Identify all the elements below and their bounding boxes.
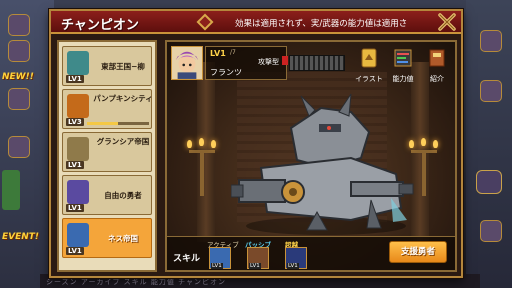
notice-text: 効果は適用されず、実/武器の能力値は適用さ [235, 19, 408, 29]
hero-level: LV1 [210, 49, 226, 58]
ness-emblem-icon [67, 223, 89, 247]
background-menu-icon [8, 14, 30, 36]
title-ornament-icon [196, 13, 214, 31]
awaken-skill-slot[interactable]: LV1 [285, 247, 307, 269]
champion-card-free-hero[interactable]: 自由の勇者 LV1 [62, 175, 152, 215]
illust-button[interactable]: イラスト [351, 48, 387, 84]
passive-skill-slot[interactable]: LV1 [247, 247, 269, 269]
gransia-emblem-icon [67, 137, 89, 161]
dialog-title: チャンピオン [61, 18, 139, 33]
background-chat-icon [480, 30, 502, 52]
champion-name: グランシア帝国 [96, 137, 150, 146]
champion-card-ness-empire[interactable]: ネス帝国 LV1 [62, 218, 152, 258]
champion-xp-bar [87, 122, 149, 125]
active-skill-slot[interactable]: LV1 [209, 247, 231, 269]
background-menu-icon [480, 220, 502, 242]
champion-level: LV1 [66, 161, 84, 169]
hero-name: フランツ [210, 68, 242, 77]
trophy-icon [476, 170, 502, 194]
stat-meter [289, 55, 345, 71]
hero-info-panel: LV1 /7 攻撃型 フランツ [205, 46, 288, 80]
title-bar: チャンピオン 効果は適用されず、実/武器の能力値は適用さ [51, 11, 461, 34]
champion-name: 東部王国−柳 [101, 62, 145, 71]
mech-champion-illustration [231, 93, 414, 235]
intro-button[interactable]: 紹介 [419, 48, 455, 84]
champion-card-gransia-empire[interactable]: グランシア帝国 LV1 [62, 132, 152, 172]
skill-level: LV1 [287, 263, 299, 269]
background-play-button [2, 170, 20, 210]
attack-type-icon [282, 56, 288, 65]
east-kingdom-emblem-icon [67, 51, 89, 75]
hero-portrait[interactable] [171, 46, 203, 80]
close-icon [438, 13, 456, 31]
background-left-menu: NEW!! EVENT! [0, 0, 54, 288]
background-menu-icon [8, 40, 30, 62]
hero-level-max: /7 [230, 49, 236, 56]
intro-label: 紹介 [430, 75, 444, 83]
event-ribbon: EVENT! [2, 232, 40, 242]
background-right-menu [466, 0, 512, 288]
champion-showcase: LV1 /7 攻撃型 フランツ イラスト 能力値 紹介 スキル アクティブ パッ… [165, 40, 457, 272]
champion-card-east-kingdom[interactable]: 東部王国−柳 LV1 [62, 46, 152, 86]
skill-level: LV1 [249, 263, 261, 269]
illust-label: イラスト [355, 75, 383, 83]
skill-label: スキル [173, 254, 201, 264]
champion-list: 東部王国−柳 LV1 パンプキンシティ LV3 グランシア帝国 LV1 自由の勇… [57, 40, 157, 272]
hero-face-icon [172, 47, 202, 79]
champion-level: LV1 [66, 247, 84, 255]
pumpkin-emblem-icon [67, 94, 89, 118]
champion-name: 自由の勇者 [104, 191, 142, 200]
background-menu-icon [8, 88, 30, 110]
support-hero-button[interactable]: 支援勇者 [389, 241, 447, 263]
champion-name: パンプキンシティ [93, 94, 153, 103]
champion-card-pumpkin-city[interactable]: パンプキンシティ LV3 [62, 89, 153, 129]
illust-icon [361, 48, 377, 68]
stats-button[interactable]: 能力値 [385, 48, 421, 84]
stats-icon [394, 49, 412, 67]
intro-book-icon [429, 49, 445, 67]
champion-name: ネス帝国 [108, 234, 138, 243]
stats-label: 能力値 [392, 75, 414, 83]
hero-type: 攻撃型 [258, 58, 279, 66]
background-menu-icon [8, 136, 30, 158]
candelabra-left [187, 138, 217, 196]
close-button[interactable] [437, 12, 457, 32]
skill-bar: スキル アクティブ パッシブ 超越 LV1 LV1 LV1 支援勇者 [167, 236, 455, 270]
skill-level: LV1 [211, 263, 223, 269]
champion-level: LV3 [66, 118, 84, 126]
free-hero-emblem-icon [67, 180, 89, 204]
champion-dialog: チャンピオン 効果は適用されず、実/武器の能力値は適用さ 東部王国−柳 LV1 … [49, 9, 463, 278]
background-menu-icon [480, 80, 502, 102]
new-ribbon: NEW!! [2, 72, 34, 82]
champion-level: LV1 [66, 204, 84, 212]
champion-level: LV1 [66, 75, 84, 83]
